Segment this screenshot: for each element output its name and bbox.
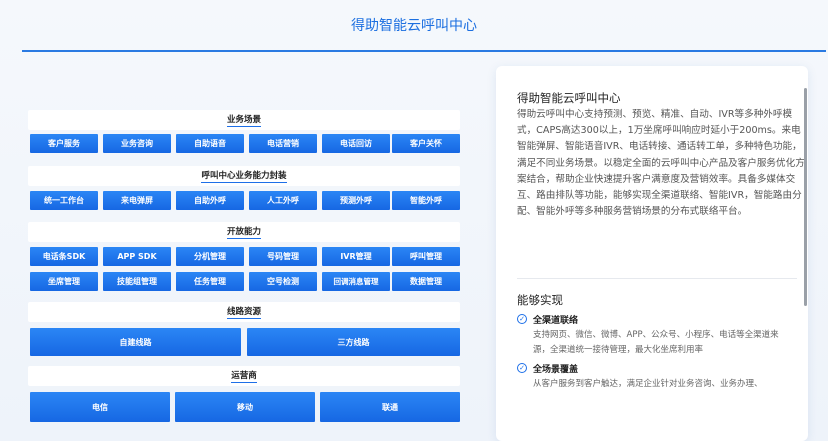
section-title-carriers: 运营商 [28, 366, 460, 386]
btn-mobile[interactable]: 移动 [175, 392, 315, 422]
btn-third-party-line[interactable]: 三方线路 [247, 328, 460, 356]
btn-number-mgmt[interactable]: 号码管理 [249, 247, 317, 266]
btn-self-service-voice[interactable]: 自助语音 [176, 134, 244, 153]
check-circle-icon: ✓ [517, 314, 527, 324]
panel-subtitle: 能够实现 [517, 293, 563, 307]
header-divider [22, 50, 826, 52]
feature-desc-full-scenario: 从客户服务到客户触达，满足企业针对业务咨询、业务办理、 [533, 379, 763, 389]
btn-skill-group-mgmt[interactable]: 技能组管理 [103, 272, 171, 291]
btn-task-mgmt[interactable]: 任务管理 [176, 272, 244, 291]
btn-extension-mgmt[interactable]: 分机管理 [176, 247, 244, 266]
panel-title: 得助智能云呼叫中心 [517, 91, 621, 105]
btn-customer-care[interactable]: 客户关怀 [392, 134, 460, 153]
feature-desc-omnichannel: 支持网页、微信、微博、APP、公众号、小程序、电话等全渠道来源，全渠道统一接待管… [533, 330, 779, 355]
btn-predictive-outbound[interactable]: 预测外呼 [322, 191, 390, 210]
section-title-business-scenarios: 业务场景 [28, 110, 460, 130]
btn-phone-bar-sdk[interactable]: 电话条SDK [30, 247, 98, 266]
info-panel: 得助智能云呼叫中心 得助云呼叫中心支持预测、预览、精准、自动、IVR等多种外呼模… [496, 66, 808, 441]
section-title-capability: 呼叫中心业务能力封装 [28, 166, 460, 186]
btn-callback-msg-mgmt[interactable]: 回调消息管理 [322, 272, 390, 291]
btn-unified-workbench[interactable]: 统一工作台 [30, 191, 98, 210]
panel-scrollbar[interactable] [804, 88, 807, 306]
btn-self-built-line[interactable]: 自建线路 [30, 328, 241, 356]
btn-data-mgmt[interactable]: 数据管理 [392, 272, 460, 291]
btn-unicom[interactable]: 联通 [320, 392, 460, 422]
section-title-open-capability: 开放能力 [28, 222, 460, 242]
btn-agent-mgmt[interactable]: 坐席管理 [30, 272, 98, 291]
btn-manual-outbound[interactable]: 人工外呼 [249, 191, 317, 210]
btn-auto-outbound[interactable]: 自助外呼 [176, 191, 244, 210]
btn-telemarketing[interactable]: 电话营销 [249, 134, 317, 153]
btn-telecom[interactable]: 电信 [30, 392, 170, 422]
panel-divider [517, 278, 797, 279]
btn-smart-outbound[interactable]: 智能外呼 [392, 191, 460, 210]
btn-incoming-popup[interactable]: 来电弹屏 [103, 191, 171, 210]
section-title-line-resources: 线路资源 [28, 302, 460, 322]
btn-customer-service[interactable]: 客户服务 [30, 134, 98, 153]
check-circle-icon: ✓ [517, 363, 527, 373]
btn-app-sdk[interactable]: APP SDK [103, 247, 171, 266]
btn-business-consulting[interactable]: 业务咨询 [103, 134, 171, 153]
feature-title-omnichannel: 全渠道联络 [533, 316, 579, 326]
btn-ivr-mgmt[interactable]: IVR管理 [322, 247, 390, 266]
page-title: 得助智能云呼叫中心 [351, 18, 477, 34]
btn-phone-callback[interactable]: 电话回访 [322, 134, 390, 153]
btn-empty-number-detect[interactable]: 空号检测 [249, 272, 317, 291]
feature-title-full-scenario: 全场景覆盖 [533, 365, 579, 375]
panel-description: 得助云呼叫中心支持预测、预览、精准、自动、IVR等多种外呼模式，CAPS高达30… [517, 109, 805, 218]
btn-call-mgmt[interactable]: 呼叫管理 [392, 247, 460, 266]
